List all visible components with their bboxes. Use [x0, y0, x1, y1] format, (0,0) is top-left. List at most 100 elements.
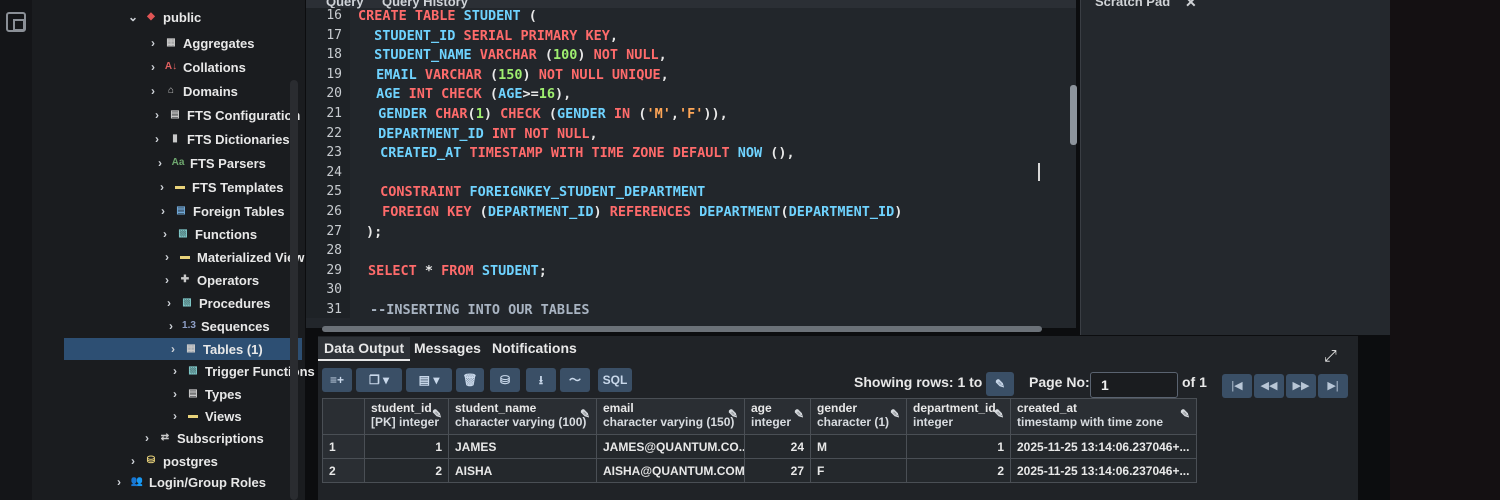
edit-column-icon[interactable]: ✎ [794, 407, 804, 421]
table-cell[interactable]: 2 [364, 458, 449, 483]
tree-item[interactable]: › ⌂ Domains [146, 80, 238, 102]
chevron-right-icon[interactable]: › [140, 431, 154, 445]
expand-icon[interactable]: ⤢ [1324, 348, 1337, 366]
chevron-right-icon[interactable]: › [146, 84, 160, 98]
table-row[interactable]: 2 2 AISHA AISHA@QUANTUM.COM 27 F 2 2025-11-25 1… [322, 458, 1197, 483]
code-line[interactable]: GENDER CHAR(1) CHECK (GENDER IN ('M','F'… [370, 106, 728, 122]
chevron-right-icon[interactable]: › [168, 364, 182, 378]
tree-item[interactable]: › ▧ Functions [158, 223, 257, 245]
chevron-right-icon[interactable]: › [160, 273, 174, 287]
tree-item[interactable]: › ▧ Procedures [162, 292, 271, 314]
next-page-icon[interactable]: ▶▶ [1286, 374, 1316, 398]
column-header[interactable]: student_id [PK] integer ✎ [364, 398, 449, 435]
code-line[interactable]: CREATED_AT TIMESTAMP WITH TIME ZONE DEFA… [372, 145, 795, 161]
tab-data-output[interactable]: Data Output [318, 337, 411, 361]
chevron-right-icon[interactable]: › [112, 475, 126, 489]
column-header[interactable]: email character varying (150) ✎ [596, 398, 745, 435]
chevron-right-icon[interactable]: › [146, 60, 160, 74]
table-cell[interactable]: 27 [744, 458, 811, 483]
table-cell[interactable]: 24 [744, 434, 811, 459]
object-explorer-icon[interactable] [6, 12, 26, 32]
code-line[interactable]: EMAIL VARCHAR (150) NOT NULL UNIQUE, [368, 67, 669, 83]
editor-vertical-scrollbar[interactable] [1070, 85, 1077, 145]
table-cell[interactable]: AISHA@QUANTUM.COM [596, 458, 745, 483]
first-page-icon[interactable]: |◀ [1222, 374, 1252, 398]
code-line[interactable]: STUDENT_NAME VARCHAR (100) NOT NULL, [366, 47, 667, 63]
chevron-right-icon[interactable]: › [155, 180, 169, 194]
code-line[interactable]: STUDENT_ID SERIAL PRIMARY KEY, [366, 28, 618, 44]
chevron-right-icon[interactable]: › [153, 156, 167, 170]
close-icon[interactable]: ✕ [1185, 0, 1197, 11]
add-row-button[interactable]: ≡+ [322, 368, 352, 392]
tree-item[interactable]: › ▦ Tables (1) [64, 338, 302, 360]
tree-item[interactable]: › ✚ Operators [160, 269, 259, 291]
chevron-right-icon[interactable]: › [162, 296, 176, 310]
row-number[interactable]: 1 [322, 434, 365, 459]
chevron-right-icon[interactable]: › [150, 108, 164, 122]
tree-item[interactable]: › ▮ FTS Dictionaries [150, 128, 290, 150]
tree-item[interactable]: › ⇄ Subscriptions [140, 427, 264, 449]
chevron-right-icon[interactable]: › [164, 319, 178, 333]
code-line[interactable]: AGE INT CHECK (AGE>=16), [368, 86, 571, 102]
page-number-input[interactable]: 1 [1090, 372, 1178, 398]
edit-rows-icon[interactable]: ✎ [986, 372, 1014, 396]
code-line[interactable]: --INSERTING INTO OUR TABLES [370, 302, 589, 318]
tree-item[interactable]: › ▤ Foreign Tables [156, 200, 285, 222]
table-row[interactable]: 1 1 JAMES JAMES@QUANTUM.CO... 24 M 1 2025-11-25… [322, 434, 1197, 459]
tree-item[interactable]: › ▬ FTS Templates [155, 176, 284, 198]
tree-item[interactable]: › 1.3 Sequences [164, 315, 270, 337]
chevron-right-icon[interactable]: › [150, 132, 164, 146]
code-line[interactable]: CREATE TABLE STUDENT ( [358, 8, 537, 24]
sidebar-scrollbar[interactable] [290, 80, 298, 500]
chevron-right-icon[interactable]: › [166, 342, 180, 356]
code-line[interactable]: SELECT * FROM STUDENT; [368, 263, 547, 279]
tree-item[interactable]: › ▬ Views [168, 405, 242, 427]
column-header[interactable]: created_at timestamp with time zone ✎ [1010, 398, 1197, 435]
chevron-right-icon[interactable]: › [168, 409, 182, 423]
tree-item[interactable]: › ▤ FTS Configuration [150, 104, 300, 126]
tree-item[interactable]: › A↓ Collations [146, 56, 246, 78]
table-cell[interactable]: 2025-11-25 13:14:06.237046+... [1010, 458, 1197, 483]
table-cell[interactable]: 1 [906, 434, 1011, 459]
chevron-right-icon[interactable]: › [146, 36, 160, 50]
edit-column-icon[interactable]: ✎ [1180, 407, 1190, 421]
code-line[interactable]: ); [366, 224, 382, 240]
scratch-pad[interactable]: Scratch Pad ✕ [1080, 0, 1390, 335]
table-cell[interactable]: JAMES@QUANTUM.CO... [596, 434, 745, 459]
chevron-right-icon[interactable]: › [158, 227, 172, 241]
table-cell[interactable]: M [810, 434, 907, 459]
graph-icon[interactable]: 〜 [560, 368, 590, 392]
chevron-down-icon[interactable]: ⌄ [126, 10, 140, 24]
code-line[interactable]: CONSTRAINT FOREIGNKEY_STUDENT_DEPARTMENT [372, 184, 705, 200]
tab-messages[interactable]: Messages [414, 340, 481, 356]
delete-icon[interactable]: 🗑 [456, 368, 484, 392]
tree-item[interactable]: › 👥 Login/Group Roles [112, 471, 266, 493]
query-editor[interactable]: Query Query History 16 CREATE TABLE STUDE… [306, 0, 1077, 332]
column-header[interactable]: age integer ✎ [744, 398, 811, 435]
tab-notifications[interactable]: Notifications [492, 340, 577, 356]
tree-item[interactable]: › ▤ Types [168, 383, 242, 405]
last-page-icon[interactable]: ▶| [1318, 374, 1348, 398]
column-header[interactable]: student_name character varying (100) ✎ [448, 398, 597, 435]
editor-horizontal-scrollbar[interactable] [322, 326, 1042, 332]
paste-button[interactable]: ▤ ▾ [406, 368, 452, 392]
tree-item[interactable]: ⌄ ◆ public [126, 6, 201, 28]
code-line[interactable]: FOREIGN KEY (DEPARTMENT_ID) REFERENCES D… [374, 204, 902, 220]
edit-column-icon[interactable]: ✎ [890, 407, 900, 421]
save-data-icon[interactable]: ⛁ [490, 368, 520, 392]
chevron-right-icon[interactable]: › [126, 454, 140, 468]
tree-item[interactable]: › ▦ Aggregates [146, 32, 255, 54]
tree-item[interactable]: › ▬ Materialized View [160, 246, 304, 268]
chevron-right-icon[interactable]: › [156, 204, 170, 218]
table-cell[interactable]: AISHA [448, 458, 597, 483]
download-icon[interactable]: ⭳ [526, 368, 556, 392]
code-line[interactable]: DEPARTMENT_ID INT NOT NULL, [370, 126, 597, 142]
prev-page-icon[interactable]: ◀◀ [1254, 374, 1284, 398]
tree-item[interactable]: › Aa FTS Parsers [153, 152, 266, 174]
column-header[interactable]: department_id integer ✎ [906, 398, 1011, 435]
table-cell[interactable]: JAMES [448, 434, 597, 459]
table-cell[interactable]: 2025-11-25 13:14:06.237046+... [1010, 434, 1197, 459]
tree-item[interactable]: › ⛁ postgres [126, 450, 218, 472]
table-cell[interactable]: 1 [364, 434, 449, 459]
table-cell[interactable]: F [810, 458, 907, 483]
